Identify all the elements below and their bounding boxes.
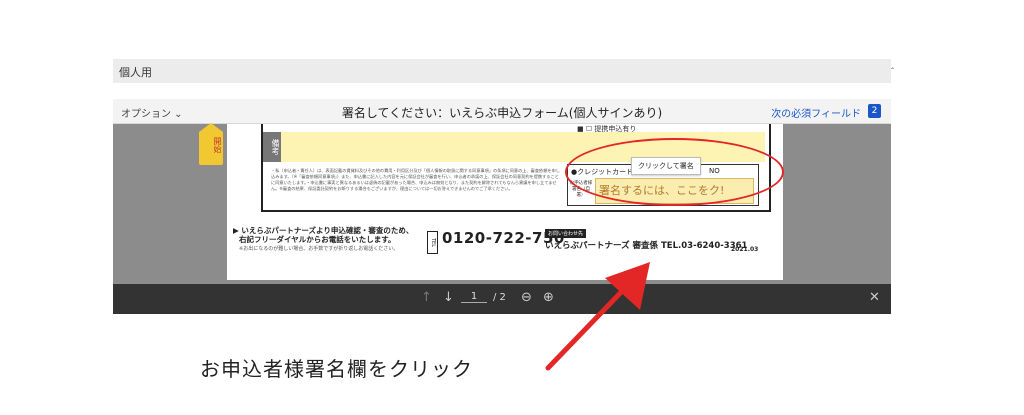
- annotation-arrow-icon: [545, 262, 650, 371]
- annotation-caption: お申込者様署名欄をクリック: [200, 357, 473, 381]
